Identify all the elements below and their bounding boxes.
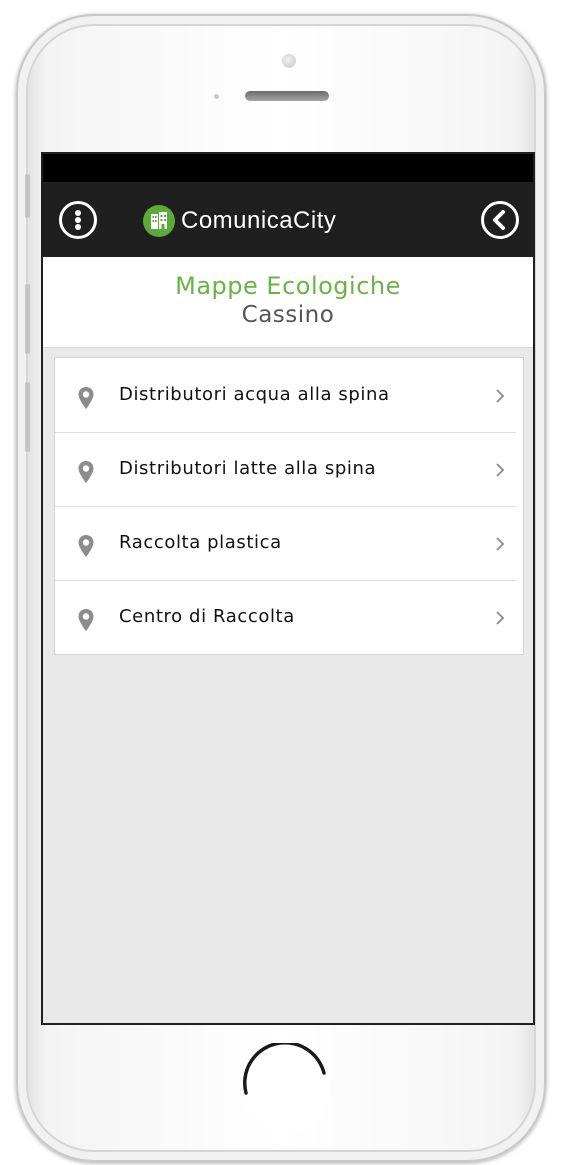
list-item[interactable]: Centro di Raccolta: [55, 580, 523, 654]
map-pin-icon: [78, 387, 94, 409]
status-bar: [43, 154, 533, 182]
chevron-right-icon: [496, 463, 505, 477]
mute-switch: [25, 174, 30, 218]
home-button[interactable]: [240, 1043, 330, 1133]
page-header: Mappe Ecologiche Cassino: [43, 257, 533, 348]
list-item[interactable]: Raccolta plastica: [55, 506, 523, 580]
list-item-label: Centro di Raccolta: [119, 606, 295, 627]
app-screen: ComunicaCity Mappe Ecologiche Cassino Di…: [41, 152, 535, 1025]
back-button[interactable]: [481, 201, 519, 239]
page-subtitle: Cassino: [241, 302, 335, 328]
app-logo: ComunicaCity: [143, 204, 336, 238]
list-item-label: Distributori acqua alla spina: [119, 384, 390, 405]
page-title: Mappe Ecologiche: [175, 272, 401, 300]
volume-up-button: [25, 284, 30, 354]
list-item[interactable]: Distributori acqua alla spina: [55, 358, 523, 432]
more-vertical-icon: [75, 210, 81, 230]
menu-button[interactable]: [59, 201, 97, 239]
chevron-left-icon: [493, 210, 505, 230]
chevron-right-icon: [496, 537, 505, 551]
map-pin-icon: [78, 461, 94, 483]
map-pin-icon: [78, 609, 94, 631]
front-camera: [283, 55, 295, 67]
map-pin-icon: [78, 535, 94, 557]
list-item-label: Distributori latte alla spina: [119, 458, 377, 479]
chevron-right-icon: [496, 611, 505, 625]
app-name: ComunicaCity: [181, 207, 337, 234]
chevron-right-icon: [496, 389, 505, 403]
city-logo-icon: [143, 205, 175, 237]
list-item-label: Raccolta plastica: [119, 532, 282, 553]
volume-down-button: [25, 382, 30, 452]
category-list: Distributori acqua alla spina Distributo…: [54, 357, 524, 655]
app-bar: ComunicaCity: [43, 182, 533, 257]
list-item[interactable]: Distributori latte alla spina: [55, 432, 523, 506]
earpiece-speaker: [245, 91, 329, 101]
proximity-sensor: [214, 94, 219, 99]
